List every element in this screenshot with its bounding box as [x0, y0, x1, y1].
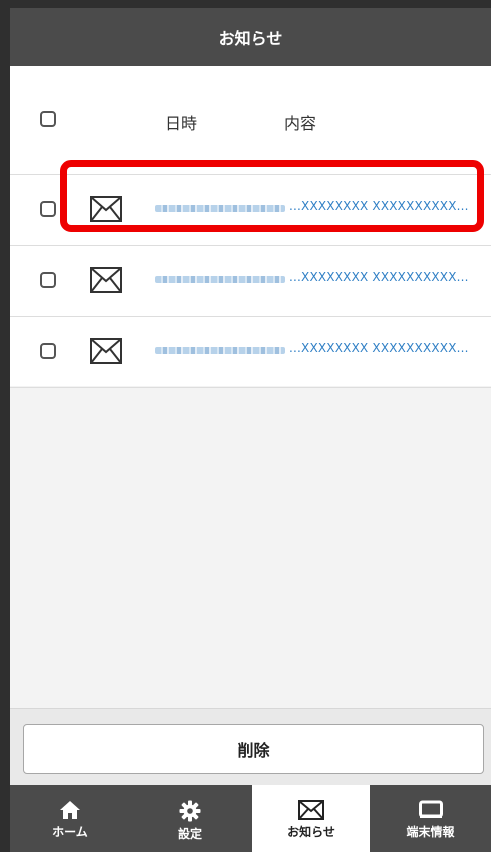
delete-button[interactable]: 削除 — [23, 724, 484, 774]
gear-icon — [179, 800, 201, 822]
tab-settings[interactable]: 設定 — [130, 785, 250, 852]
message-link[interactable]: ...XXXXXXXX XXXXXXXXXX... — [289, 341, 469, 355]
column-date: 日時 — [165, 114, 198, 133]
action-area: 削除 — [10, 708, 491, 786]
delete-button-label: 削除 — [237, 741, 270, 760]
tab-home[interactable]: ホーム — [10, 785, 130, 852]
screen: お知らせ 日時 内容 ...XXXXXXXX XXXXXXXXXX... ...… — [10, 8, 491, 852]
tab-device-info-label: 端末情報 — [406, 825, 455, 839]
date-value-blurred — [155, 276, 285, 283]
tab-notifications-label: お知らせ — [287, 825, 335, 839]
column-content: 内容 — [284, 114, 317, 133]
tab-notifications[interactable]: お知らせ — [252, 785, 370, 852]
highlight-box — [60, 160, 484, 232]
item-checkbox[interactable] — [40, 272, 56, 288]
page-header: お知らせ — [10, 8, 491, 66]
mail-icon — [90, 267, 122, 293]
device-icon — [418, 800, 443, 818]
tab-home-label: ホーム — [52, 825, 88, 839]
list-item[interactable]: ...XXXXXXXX XXXXXXXXXX... — [10, 246, 491, 317]
mail-icon — [90, 338, 122, 364]
item-checkbox[interactable] — [40, 343, 56, 359]
list-item[interactable]: ...XXXXXXXX XXXXXXXXXX... — [10, 317, 491, 388]
bottom-tab-bar: ホーム 設定 お知らせ 端末情報 — [10, 785, 491, 852]
home-icon — [60, 801, 80, 819]
message-link[interactable]: ...XXXXXXXX XXXXXXXXXX... — [289, 270, 469, 284]
select-all-checkbox[interactable] — [40, 111, 56, 127]
tab-device-info[interactable]: 端末情報 — [370, 785, 491, 852]
tab-settings-label: 設定 — [177, 827, 202, 841]
date-value-blurred — [155, 347, 285, 354]
mail-icon — [298, 800, 324, 820]
list-header-row: 日時 内容 — [10, 66, 491, 175]
page-title: お知らせ — [218, 29, 283, 48]
item-checkbox[interactable] — [40, 201, 56, 217]
